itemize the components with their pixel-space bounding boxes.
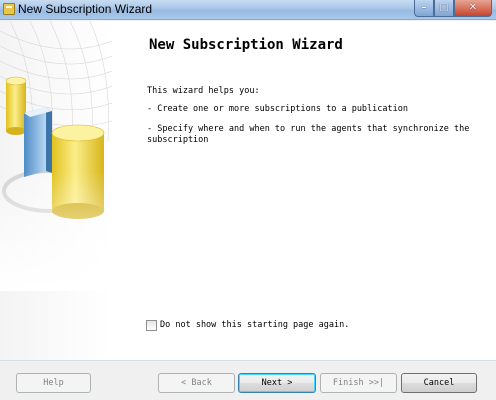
minimize-button[interactable]: – [414, 0, 434, 17]
wizard-content: New Subscription Wizard This wizard help… [0, 21, 496, 360]
button-separator [0, 360, 496, 361]
title-bar[interactable]: New Subscription Wizard – □ ✕ [0, 0, 496, 20]
minimize-icon: – [421, 2, 427, 13]
bullet-specify-agents: - Specify where and when to run the agen… [147, 124, 470, 145]
bullet-create-subscriptions: - Create one or more subscriptions to a … [147, 104, 408, 114]
cancel-button[interactable]: Cancel [401, 373, 477, 393]
database-illustration [0, 21, 112, 291]
help-button[interactable]: Help [16, 373, 91, 393]
close-button[interactable]: ✕ [454, 0, 492, 17]
window-title: New Subscription Wizard [18, 2, 153, 16]
close-icon: ✕ [468, 2, 478, 13]
maximize-icon: □ [439, 2, 449, 13]
intro-text: This wizard helps you: [147, 86, 260, 96]
page-title: New Subscription Wizard [149, 37, 343, 53]
next-button[interactable]: Next > [238, 373, 316, 393]
maximize-button[interactable]: □ [434, 0, 454, 17]
skip-start-page-label[interactable]: Do not show this starting page again. [160, 320, 349, 330]
finish-button[interactable]: Finish >>| [320, 373, 397, 393]
back-button[interactable]: < Back [158, 373, 235, 393]
skip-start-page-checkbox[interactable] [146, 320, 157, 331]
wizard-banner-image [0, 21, 112, 360]
app-icon [3, 3, 15, 15]
wizard-window: New Subscription Wizard – □ ✕ New Subscr… [0, 0, 496, 400]
